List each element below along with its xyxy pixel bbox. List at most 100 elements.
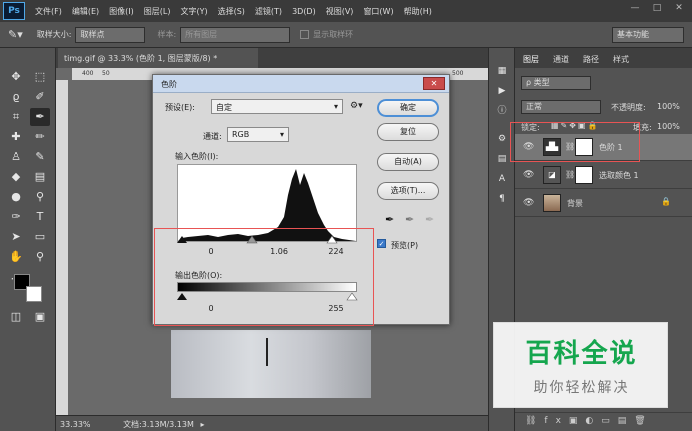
tab-channels[interactable]: 通道 [553,54,569,65]
fill-value[interactable]: 100% [657,122,680,131]
workspace-select[interactable]: 基本功能 [612,27,684,43]
ruler-tick-label: 500 [452,70,464,77]
actions-panel-icon[interactable]: ▶ [492,82,512,100]
eye-icon[interactable]: 👁 [523,170,535,180]
layer-name: 背景 [567,199,583,208]
marquee-tool-icon[interactable]: ⬚ [30,68,50,86]
pen-tool-icon[interactable]: ✑ [6,208,26,226]
tab-layers[interactable]: 图层 [523,54,539,65]
status-arrow-icon[interactable]: ▸ [200,420,204,429]
brush-tool-icon[interactable]: ✏ [30,128,50,146]
quick-mask-icon[interactable]: ◫ [6,308,26,326]
document-tab[interactable]: timg.gif @ 33.3% (色阶 1, 图层蒙版/8) * [58,48,258,68]
eraser-tool-icon[interactable]: ◆ [6,168,26,186]
reset-button[interactable]: 复位 [377,123,439,141]
menu-layer[interactable]: 图层(L) [144,6,171,17]
layer-row-background[interactable]: 👁 背景 🔒 [515,190,692,217]
sample-select[interactable]: 所有图层 [180,26,291,43]
chevron-down-icon: ▾ [279,130,284,139]
canvas-image[interactable] [171,330,371,398]
blend-mode-select[interactable]: 正常 [521,100,601,114]
screen-mode-icon[interactable]: ▣ [30,308,50,326]
layer-name: 选取颜色 1 [599,171,639,180]
chain-icon[interactable]: ⛓ [565,170,575,179]
zoom-tool-icon[interactable]: ⚲ [30,248,50,266]
character-panel-icon[interactable]: A [492,170,512,188]
blur-tool-icon[interactable]: ● [6,188,26,206]
options-button[interactable]: 选项(T)... [377,182,439,200]
layer-mask-thumbnail[interactable] [575,166,593,184]
zoom-level[interactable]: 33.33% [60,420,91,429]
tab-styles[interactable]: 样式 [613,54,629,65]
opacity-value[interactable]: 100% [657,102,680,111]
properties-panel-icon[interactable]: ▤ [492,150,512,168]
dialog-titlebar[interactable]: 色阶 ✕ [153,75,449,93]
path-select-tool-icon[interactable]: ➤ [6,228,26,246]
menu-image[interactable]: 图像(I) [109,6,134,17]
layer-filter-select[interactable]: ρ 类型 [521,76,591,90]
white-eyedropper-icon[interactable]: ✒ [425,213,434,226]
history-panel-icon[interactable]: ▦ [492,62,512,80]
preset-options-gear-icon[interactable]: ⚙▾ [350,101,363,111]
tab-paths[interactable]: 路径 [583,54,599,65]
watermark: 百科全说 助你轻松解决 [493,322,668,408]
history-brush-icon[interactable]: ✎ [30,148,50,166]
menu-file[interactable]: 文件(F) [35,6,62,17]
shape-tool-icon[interactable]: ▭ [30,228,50,246]
hand-tool-icon[interactable]: ✋ [6,248,26,266]
channel-value: RGB [232,130,250,139]
status-bar: 33.33% 文档:3.13M/3.13M ▸ [56,415,488,431]
ruler-tick-label: 50 [102,70,110,77]
document-tab-bar: timg.gif @ 33.3% (色阶 1, 图层蒙版/8) * [56,48,488,68]
type-tool-icon[interactable]: T [30,208,50,226]
menu-3d[interactable]: 3D(D) [292,7,316,16]
menu-select[interactable]: 选择(S) [218,6,245,17]
show-ring-label: 显示取样环 [313,30,354,39]
menu-help[interactable]: 帮助(H) [404,6,432,17]
minimize-button[interactable]: — [628,3,642,17]
dialog-title: 色阶 [161,80,177,89]
menu-filter[interactable]: 滤镜(T) [255,6,282,17]
options-bar: ✎▾ 取样大小: 取样点 样本: 所有图层 显示取样环 基本功能 [0,22,692,48]
show-ring-checkbox[interactable] [300,30,310,39]
gradient-tool-icon[interactable]: ▤ [30,168,50,186]
dodge-tool-icon[interactable]: ⚲ [30,188,50,206]
move-tool-icon[interactable]: ✥ [6,68,26,86]
layers-footer-icons[interactable]: ⛓fx▣◐▭▤🗑 [515,412,692,431]
eye-icon[interactable]: 👁 [523,198,535,208]
menu-window[interactable]: 窗口(W) [363,6,393,17]
chevron-down-icon: ▾ [333,102,338,111]
highlight-box-levels-sliders [154,228,374,326]
background-color-swatch[interactable] [26,286,42,302]
healing-tool-icon[interactable]: ✚ [6,128,26,146]
adjustments-panel-icon[interactable]: ⚙ [492,130,512,148]
info-panel-icon[interactable]: ⓘ [492,102,512,120]
menu-edit[interactable]: 编辑(E) [72,6,99,17]
gray-eyedropper-icon[interactable]: ✒ [405,213,414,226]
layer-row-selective-color[interactable]: 👁 ◪ ⛓ 选取颜色 1 [515,162,692,189]
dialog-close-button[interactable]: ✕ [423,77,445,90]
menu-type[interactable]: 文字(Y) [180,6,207,17]
canvas-image-detail [266,338,278,366]
opacity-label: 不透明度: [611,103,646,112]
watermark-subtitle: 助你轻松解决 [533,380,630,396]
auto-button[interactable]: 自动(A) [377,153,439,171]
sample-size-select[interactable]: 取样点 [75,26,146,43]
eyedropper-tool-icon[interactable]: ✒ [30,108,50,126]
stamp-tool-icon[interactable]: ♙ [6,148,26,166]
ok-button[interactable]: 确定 [377,99,439,117]
preset-select[interactable]: 自定 ▾ [211,99,343,114]
eyedropper-icon[interactable]: ✎▾ [8,28,23,41]
restore-button[interactable]: □ [650,3,664,17]
vertical-ruler [56,80,68,415]
menu-view[interactable]: 视图(V) [326,6,354,17]
preview-checkbox[interactable]: ✓ [377,239,386,248]
paragraph-panel-icon[interactable]: ¶ [492,190,512,208]
close-button[interactable]: ✕ [672,3,686,17]
lock-icon: 🔒 [661,197,671,206]
lasso-tool-icon[interactable]: ϱ [6,88,26,106]
channel-select[interactable]: RGB ▾ [227,127,289,142]
black-eyedropper-icon[interactable]: ✒ [385,213,394,226]
quick-select-tool-icon[interactable]: ✐ [30,88,50,106]
crop-tool-icon[interactable]: ⌗ [6,108,26,126]
